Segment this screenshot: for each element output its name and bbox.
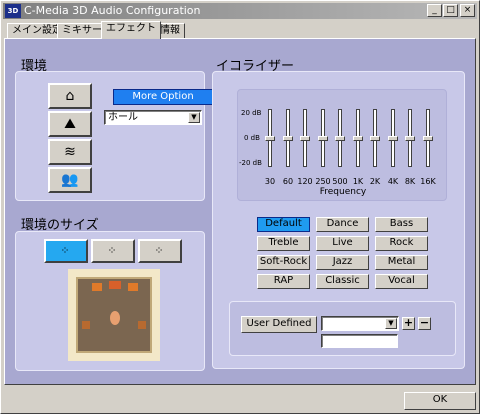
env-preset-people[interactable]: 👥 bbox=[48, 167, 92, 193]
eq-slider-thumb[interactable] bbox=[388, 136, 398, 141]
underwater-icon: ≋ bbox=[64, 144, 76, 160]
speakers-large-icon: ⁘ bbox=[154, 244, 166, 257]
window-title: C-Media 3D Audio Configuration bbox=[24, 4, 201, 17]
preset-name-input[interactable] bbox=[321, 334, 398, 348]
speakers-small-icon: ⁘ bbox=[60, 244, 72, 257]
frequency-label: Frequency bbox=[319, 187, 367, 197]
eq-scale-bottom: -20 dB bbox=[239, 159, 262, 167]
speaker-rear-right-icon bbox=[138, 321, 146, 329]
preset-metal-button[interactable]: Metal bbox=[375, 255, 428, 270]
eq-slider-thumb[interactable] bbox=[423, 136, 433, 141]
eq-slider-thumb[interactable] bbox=[353, 136, 363, 141]
people-icon: 👥 bbox=[61, 172, 79, 188]
preset-rap-button[interactable]: RAP bbox=[257, 274, 310, 289]
add-preset-button[interactable]: + bbox=[402, 317, 415, 330]
speakers-medium-icon: ⁘ bbox=[107, 244, 119, 257]
eq-scale-top: 20 dB bbox=[241, 109, 262, 117]
env-preset-underwater[interactable]: ≋ bbox=[48, 139, 92, 165]
listener-icon bbox=[110, 311, 120, 325]
more-option-button[interactable]: More Option bbox=[113, 89, 213, 105]
app-icon: 3D bbox=[5, 4, 21, 18]
user-preset-select[interactable]: ▼ bbox=[321, 316, 399, 331]
eq-slider-thumb[interactable] bbox=[283, 136, 293, 141]
eq-slider-1K[interactable] bbox=[353, 109, 363, 167]
remove-preset-button[interactable]: − bbox=[418, 317, 431, 330]
preset-default-button[interactable]: Default bbox=[257, 217, 310, 232]
size-large-button[interactable]: ⁘ bbox=[138, 239, 182, 263]
house-icon: ⌂ bbox=[65, 88, 75, 104]
preset-live-button[interactable]: Live bbox=[316, 236, 369, 251]
chevron-down-icon[interactable]: ▼ bbox=[385, 318, 397, 329]
environment-select[interactable]: ホール ▼ bbox=[104, 110, 202, 125]
chevron-down-icon[interactable]: ▼ bbox=[188, 112, 200, 123]
preset-soft-rock-button[interactable]: Soft-Rock bbox=[257, 255, 310, 270]
size-small-button[interactable]: ⁘ bbox=[44, 239, 88, 263]
preset-rock-button[interactable]: Rock bbox=[375, 236, 428, 251]
env-preset-house[interactable]: ⌂ bbox=[48, 83, 92, 109]
tab-effects[interactable]: エフェクト bbox=[101, 21, 161, 39]
ok-button[interactable]: OK bbox=[404, 392, 476, 410]
eq-slider-16K[interactable] bbox=[423, 109, 433, 167]
minimize-button[interactable]: _ bbox=[427, 4, 442, 17]
speaker-right-icon bbox=[128, 283, 138, 291]
env-preset-mountains[interactable]: ⛰ bbox=[48, 111, 92, 137]
eq-slider-60[interactable] bbox=[283, 109, 293, 167]
preset-bass-button[interactable]: Bass bbox=[375, 217, 428, 232]
eq-slider-2K[interactable] bbox=[370, 109, 380, 167]
eq-slider-thumb[interactable] bbox=[370, 136, 380, 141]
mountains-icon: ⛰ bbox=[64, 116, 76, 132]
eq-slider-thumb[interactable] bbox=[318, 136, 328, 141]
eq-slider-thumb[interactable] bbox=[265, 136, 275, 141]
title-bar[interactable]: 3D C-Media 3D Audio Configuration _ □ × bbox=[3, 3, 477, 19]
eq-frequency-label: 16K bbox=[420, 177, 436, 186]
maximize-button[interactable]: □ bbox=[443, 4, 458, 17]
eq-slider-thumb[interactable] bbox=[335, 136, 345, 141]
room-preview bbox=[68, 269, 160, 361]
size-medium-button[interactable]: ⁘ bbox=[91, 239, 135, 263]
eq-slider-8K[interactable] bbox=[405, 109, 415, 167]
preset-dance-button[interactable]: Dance bbox=[316, 217, 369, 232]
eq-slider-30[interactable] bbox=[265, 109, 275, 167]
room-floor bbox=[76, 277, 152, 353]
eq-slider-thumb[interactable] bbox=[300, 136, 310, 141]
speaker-center-icon bbox=[109, 281, 121, 289]
eq-slider-500[interactable] bbox=[335, 109, 345, 167]
preset-treble-button[interactable]: Treble bbox=[257, 236, 310, 251]
eq-scale-mid: 0 dB bbox=[244, 134, 260, 142]
environment-select-value: ホール bbox=[108, 112, 138, 123]
preset-jazz-button[interactable]: Jazz bbox=[316, 255, 369, 270]
speaker-left-icon bbox=[92, 283, 102, 291]
eq-slider-thumb[interactable] bbox=[405, 136, 415, 141]
close-button[interactable]: × bbox=[460, 4, 475, 17]
eq-slider-250[interactable] bbox=[318, 109, 328, 167]
preset-vocal-button[interactable]: Vocal bbox=[375, 274, 428, 289]
preset-classic-button[interactable]: Classic bbox=[316, 274, 369, 289]
user-defined-button[interactable]: User Defined bbox=[241, 316, 317, 333]
speaker-rear-left-icon bbox=[82, 321, 90, 329]
main-window: 3D C-Media 3D Audio Configuration _ □ × … bbox=[0, 0, 480, 414]
tab-mixer[interactable]: ミキサー bbox=[57, 23, 107, 38]
eq-slider-4K[interactable] bbox=[388, 109, 398, 167]
eq-slider-120[interactable] bbox=[300, 109, 310, 167]
